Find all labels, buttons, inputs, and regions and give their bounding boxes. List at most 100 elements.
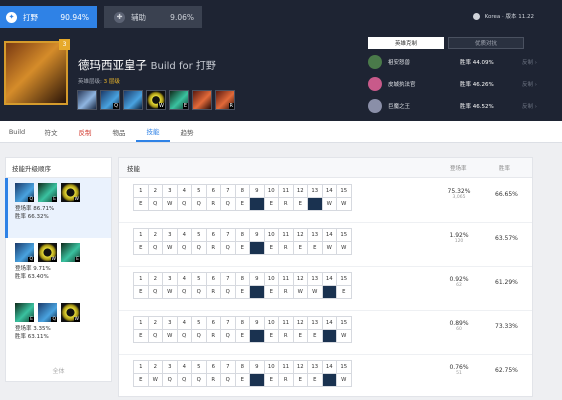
- nav-tab-5[interactable]: 趋势: [170, 121, 204, 142]
- nav-tab-1[interactable]: 符文: [34, 121, 68, 142]
- skill-letter: R: [278, 197, 294, 211]
- nav-tab-0[interactable]: Build: [0, 121, 34, 142]
- level-number: 6: [205, 228, 221, 242]
- level-number: 9: [249, 228, 265, 242]
- level-row: 1 2 3 4 5 6 7 8 9 10 11 12 13 14 15: [133, 316, 352, 330]
- level-number: 14: [321, 360, 337, 374]
- skill-e-icon: [321, 373, 337, 387]
- skill-build-row[interactable]: 1 2 3 4 5 6 7 8 9 10 11 12 13 14 15 E Q W Q Q R Q E E R E W W 75.32%…: [119, 179, 532, 223]
- counter-rt[interactable]: 反制 ›: [522, 58, 537, 66]
- skill-order-option[interactable]: E Q W 登场率 3.35% 胜率 63.11%: [6, 298, 111, 358]
- skill-letter: E: [133, 373, 149, 387]
- skill-letter: W: [147, 373, 163, 387]
- skill-key: E: [182, 103, 188, 109]
- nav-tab-4[interactable]: 技能: [136, 121, 170, 142]
- skill-letter: W: [336, 373, 352, 387]
- skill-key: Q: [51, 317, 57, 322]
- win-rate-value: 73.33%: [495, 323, 518, 330]
- stat-line: 登场率 9.71%: [15, 265, 111, 273]
- skill-letter: W: [307, 285, 323, 299]
- skill-letter: Q: [191, 197, 207, 211]
- stat-value: 66.32%: [27, 214, 49, 220]
- skill-letter: E: [234, 373, 250, 387]
- tab-counters[interactable]: 英雄克制: [368, 37, 444, 49]
- skill-letter: W: [162, 197, 178, 211]
- counter-wr: 胜率 46.52%: [460, 103, 494, 110]
- skill-key: E: [75, 257, 80, 262]
- level-number: 12: [292, 360, 308, 374]
- version-selector[interactable]: Korea · 版本 11.22: [472, 12, 534, 20]
- pick-rate-value: 0.89%: [449, 320, 469, 327]
- level-number: 1: [133, 184, 149, 198]
- counter-rt[interactable]: 反制 ›: [522, 80, 537, 88]
- skill-build-row[interactable]: 1 2 3 4 5 6 7 8 9 10 11 12 13 14 15 E Q W Q Q R Q E E R W W E 0.92% 6…: [119, 267, 532, 311]
- skill-letter: E: [133, 241, 149, 255]
- role-tab-support[interactable]: ✚ 辅助 9.06%: [104, 6, 202, 28]
- counter-panel: 英雄克制 优质对抗 祖安怒兽 胜率 44.09% 反制 › 皮城执法官 胜率 46.26%…: [362, 37, 558, 119]
- win-rate-value: 62.75%: [495, 367, 518, 374]
- level-number: 14: [321, 272, 337, 286]
- nav-tab-3[interactable]: 物品: [102, 121, 136, 142]
- counter-row[interactable]: 皮城执法官 胜率 46.26% 反制 ›: [362, 74, 558, 93]
- skill-order-icons: QWE: [15, 243, 111, 262]
- skill-q-icon: [249, 241, 265, 255]
- skill-key: E: [29, 317, 34, 322]
- stat-value: 9.71%: [33, 266, 51, 272]
- games-count: 60: [456, 327, 462, 332]
- level-number: 3: [162, 360, 178, 374]
- level-number: 4: [176, 272, 192, 286]
- champion-tier: 英雄层级: 3 层级: [78, 77, 120, 85]
- skill-letter: E: [307, 241, 323, 255]
- level-number: 2: [147, 360, 163, 374]
- level-number: 3: [162, 316, 178, 330]
- skill-order-option[interactable]: Q E W 登场率 86.71% 胜率 66.32%: [5, 178, 111, 238]
- col-win-rate[interactable]: 胜率: [499, 164, 510, 172]
- level-number: 6: [205, 272, 221, 286]
- skill-order-title: 技能升级顺序: [6, 158, 111, 178]
- skill-letter: W: [292, 285, 308, 299]
- tab-matchups[interactable]: 优质对抗: [448, 37, 524, 49]
- skill-e-icon: E: [15, 303, 34, 322]
- skill-letter: E: [133, 329, 149, 343]
- role-tab-jungle[interactable]: ✦ 打野 90.94%: [0, 6, 97, 28]
- skill-order-option[interactable]: Q W E 登场率 9.71% 胜率 63.40%: [6, 238, 111, 298]
- level-number: 5: [191, 316, 207, 330]
- skill-icon: R: [215, 90, 235, 110]
- level-number: 8: [234, 184, 250, 198]
- level-number: 1: [133, 272, 149, 286]
- nav-tab-2[interactable]: 反制: [68, 121, 102, 142]
- skill-q-icon: Q: [38, 303, 57, 322]
- skill-letter: Q: [147, 197, 163, 211]
- skill-build-row[interactable]: 1 2 3 4 5 6 7 8 9 10 11 12 13 14 15 E Q W Q Q R Q E E R E E W 0.89% 6…: [119, 311, 532, 355]
- pick-rate-value: 1.92%: [449, 232, 469, 239]
- counter-row[interactable]: 巨魔之王 胜率 46.52% 反制 ›: [362, 96, 558, 115]
- counter-rt[interactable]: 反制 ›: [522, 102, 537, 110]
- show-all-button[interactable]: 全体: [6, 366, 111, 375]
- level-number: 5: [191, 360, 207, 374]
- skill-letter: R: [205, 373, 221, 387]
- skill-build-row[interactable]: 1 2 3 4 5 6 7 8 9 10 11 12 13 14 15 E Q W Q Q R Q E E R E E W W 1.92%…: [119, 223, 532, 267]
- skill-letter: R: [205, 197, 221, 211]
- level-number: 12: [292, 228, 308, 242]
- level-number: 9: [249, 272, 265, 286]
- win-rate-value: 63.57%: [495, 235, 518, 242]
- counter-wr: 胜率 46.26%: [460, 81, 494, 88]
- skill-build-row[interactable]: 1 2 3 4 5 6 7 8 9 10 11 12 13 14 15 E W Q Q Q R Q E E R E E W 0.76% 5…: [119, 355, 532, 399]
- level-number: 8: [234, 228, 250, 242]
- col-pick-rate[interactable]: 登场率: [450, 164, 467, 172]
- skill-letter: R: [278, 285, 294, 299]
- skill-letter: E: [263, 241, 279, 255]
- level-number: 15: [336, 272, 352, 286]
- counter-row[interactable]: 祖安怒兽 胜率 44.09% 反制 ›: [362, 52, 558, 71]
- skill-letter: R: [205, 329, 221, 343]
- level-number: 5: [191, 184, 207, 198]
- skill-row: EQWQQRQEERWWE: [133, 285, 352, 299]
- skill-letter: E: [234, 285, 250, 299]
- top-bar: ✦ 打野 90.94% ✚ 辅助 9.06% Korea · 版本 11.22: [0, 0, 562, 35]
- skill-icon: Q: [100, 90, 120, 110]
- stat-value: 63.40%: [27, 274, 49, 280]
- level-row: 1 2 3 4 5 6 7 8 9 10 11 12 13 14 15: [133, 184, 352, 198]
- tier-value: 3 层级: [103, 79, 120, 85]
- stat-label: 登场率: [15, 266, 32, 272]
- role-pct: 9.06%: [170, 12, 194, 22]
